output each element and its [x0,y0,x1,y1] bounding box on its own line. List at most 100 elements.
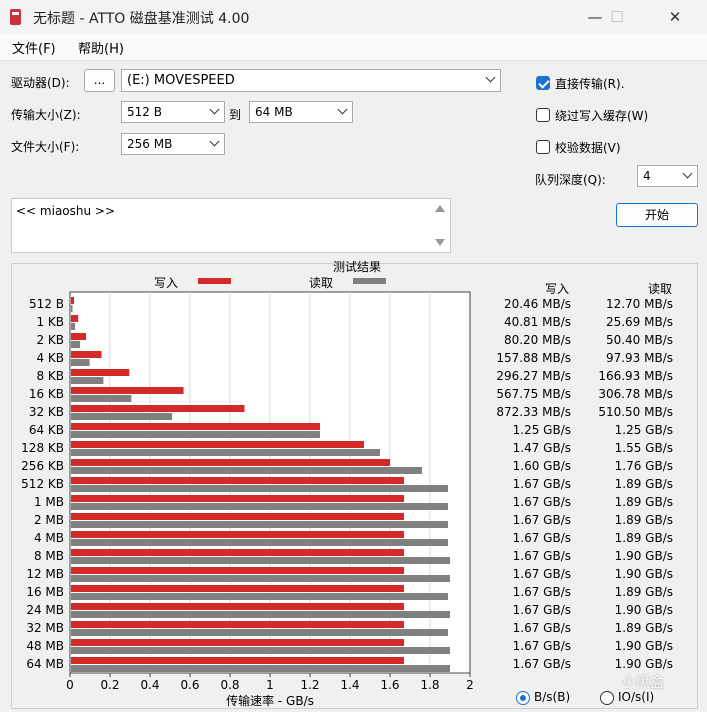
read-bar [71,395,132,402]
row-label: 32 MB [26,621,64,635]
row-label: 12 MB [26,567,64,581]
row-label: 2 KB [36,333,64,347]
read-bar [71,503,448,510]
read-value: 166.93 MB/s [598,369,673,383]
write-value: 1.67 GB/s [513,549,571,563]
read-bar [71,593,448,600]
write-bar [71,297,75,304]
read-bar [71,611,450,618]
write-value: 1.67 GB/s [513,513,571,527]
row-label: 128 KB [21,441,64,455]
read-bar [71,557,450,564]
x-tick-label: 2 [466,678,474,692]
write-bar [71,459,390,466]
read-value: 1.89 GB/s [615,495,673,509]
read-bar [71,647,450,654]
read-value: 1.89 GB/s [615,531,673,545]
row-label: 24 MB [26,603,64,617]
write-value: 296.27 MB/s [496,369,571,383]
read-value: 50.40 MB/s [606,333,673,347]
row-label: 2 MB [34,513,64,527]
read-bar [71,431,320,438]
read-value: 1.90 GB/s [615,567,673,581]
speed-chart: 0 0.2 0.4 0.6 0.8 1 1.2 1.4 1.6 1.8 2 传输速率 - GB/s 51… [21,291,673,708]
read-value: 1.90 GB/s [615,657,673,671]
x-tick-label: 1 [266,678,274,692]
write-value: 1.47 GB/s [513,441,571,455]
write-value: 20.46 MB/s [504,297,571,311]
write-value: 1.67 GB/s [513,531,571,545]
io-per-second-label: IO/s(I) [618,690,655,704]
write-bar [71,549,404,556]
read-bar [71,377,104,384]
write-bar [71,495,404,502]
write-value: 1.67 GB/s [513,639,571,653]
read-value: 1.55 GB/s [615,441,673,455]
x-tick-label: 0 [66,678,74,692]
write-bar [71,441,364,448]
read-bar [71,449,380,456]
row-label: 4 MB [34,531,64,545]
write-bar [71,477,404,484]
write-bar [71,333,87,340]
read-bar [71,485,448,492]
row-label: 32 KB [29,405,64,419]
read-bar [71,467,422,474]
read-value: 1.90 GB/s [615,549,673,563]
write-bar [71,567,404,574]
write-value: 1.60 GB/s [513,459,571,473]
write-bar [71,423,320,430]
read-value: 1.89 GB/s [615,477,673,491]
read-bar [71,521,448,528]
read-value: 306.78 MB/s [598,387,673,401]
write-bar [71,585,404,592]
x-tick-label: 0.8 [220,678,239,692]
read-bar [71,323,76,330]
row-label: 4 KB [36,351,64,365]
x-tick-label: 0.6 [180,678,199,692]
write-bar [71,351,102,358]
x-tick-label: 1.6 [380,678,399,692]
write-value: 1.67 GB/s [513,657,571,671]
io-per-second-radio[interactable] [600,691,614,705]
read-value: 510.50 MB/s [598,405,673,419]
write-value: 157.88 MB/s [496,351,571,365]
row-label: 1 MB [34,495,64,509]
write-value: 1.67 GB/s [513,477,571,491]
row-label: 16 MB [26,585,64,599]
read-bar [71,341,81,348]
read-value: 1.89 GB/s [615,513,673,527]
read-bar [71,539,448,546]
read-bar [71,665,450,672]
write-bar [71,657,404,664]
bytes-per-second-radio[interactable] [516,691,530,705]
read-bar [71,305,73,312]
read-value: 12.70 MB/s [606,297,673,311]
watermark: 小黑盒 [622,675,664,691]
read-value: 1.89 GB/s [615,621,673,635]
row-label: 1 KB [36,315,64,329]
row-label: 64 MB [26,657,64,671]
write-value: 1.67 GB/s [513,621,571,635]
write-value: 1.67 GB/s [513,567,571,581]
read-value: 1.25 GB/s [615,423,673,437]
write-value: 1.67 GB/s [513,495,571,509]
read-bar [71,629,448,636]
bytes-per-second-label: B/s(B) [534,690,571,704]
read-bar [71,359,90,366]
write-bar [71,387,184,394]
write-bar [71,315,79,322]
read-value: 97.93 MB/s [606,351,673,365]
write-value: 1.67 GB/s [513,603,571,617]
read-value: 25.69 MB/s [606,315,673,329]
write-value: 1.25 GB/s [513,423,571,437]
write-value: 40.81 MB/s [504,315,571,329]
write-value: 872.33 MB/s [496,405,571,419]
row-label: 64 KB [29,423,64,437]
x-tick-label: 1.8 [420,678,439,692]
read-bar [71,413,173,420]
read-value: 1.90 GB/s [615,603,673,617]
write-value: 80.20 MB/s [504,333,571,347]
write-bar [71,639,404,646]
x-tick-label: 0.4 [140,678,159,692]
